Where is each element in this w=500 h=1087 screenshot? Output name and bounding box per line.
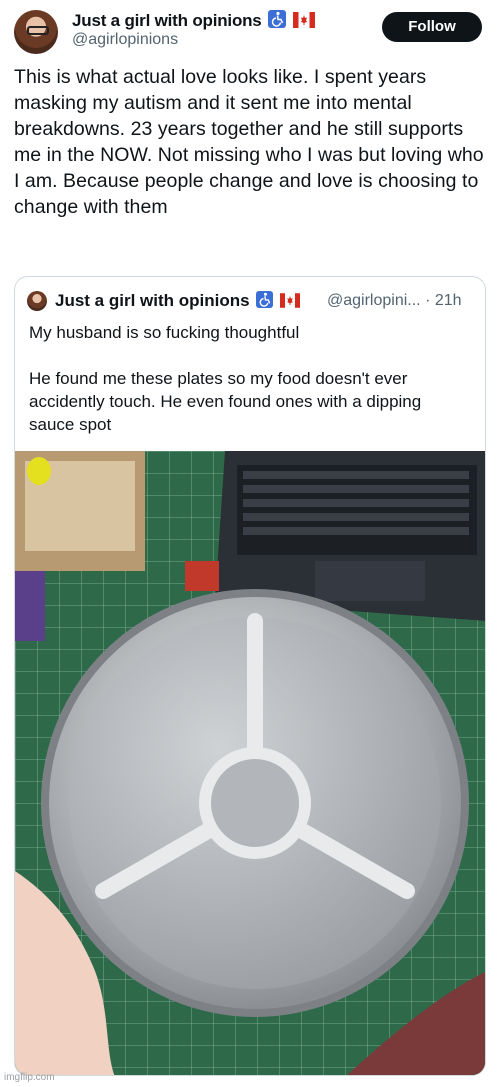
quoted-author-name-text: Just a girl with opinions	[55, 291, 250, 310]
meta-separator: ·	[425, 292, 431, 309]
canada-flag-icon	[292, 12, 315, 33]
quoted-post-text: My husband is so fucking thoughtful He f…	[29, 321, 469, 459]
wheelchair-icon	[256, 291, 274, 313]
follow-button[interactable]: Follow	[382, 12, 482, 42]
quoted-author-name[interactable]: Just a girl with opinions	[55, 291, 301, 313]
author-avatar[interactable]	[14, 10, 58, 54]
post-text: This is what actual love looks like. I s…	[14, 66, 484, 218]
post-header: Just a girl with opinions @agirlopinions…	[12, 6, 488, 58]
author-name-text: Just a girl with opinions	[72, 11, 262, 30]
quoted-post-meta: @agirlopini... · 21h	[327, 292, 462, 310]
canada-flag-icon	[280, 293, 301, 313]
author-display-name[interactable]: Just a girl with opinions	[72, 10, 315, 33]
quoted-post-time[interactable]: 21h	[435, 292, 462, 309]
quoted-paragraph-2: He found me these plates so my food does…	[29, 369, 422, 434]
quoted-author-handle[interactable]: @agirlopini...	[327, 292, 421, 309]
quoted-post-header: Just a girl with opinions @agirlopini...…	[27, 289, 477, 313]
imgflip-watermark: imgflip.com	[4, 1072, 55, 1083]
divided-plate-photo[interactable]	[15, 451, 485, 1075]
wheelchair-icon	[268, 10, 287, 33]
quoted-author-avatar[interactable]	[27, 291, 47, 311]
author-handle[interactable]: @agirlopinions	[72, 31, 178, 49]
quoted-paragraph-1: My husband is so fucking thoughtful	[29, 323, 300, 342]
quoted-post[interactable]: Just a girl with opinions @agirlopini...…	[14, 276, 486, 1076]
